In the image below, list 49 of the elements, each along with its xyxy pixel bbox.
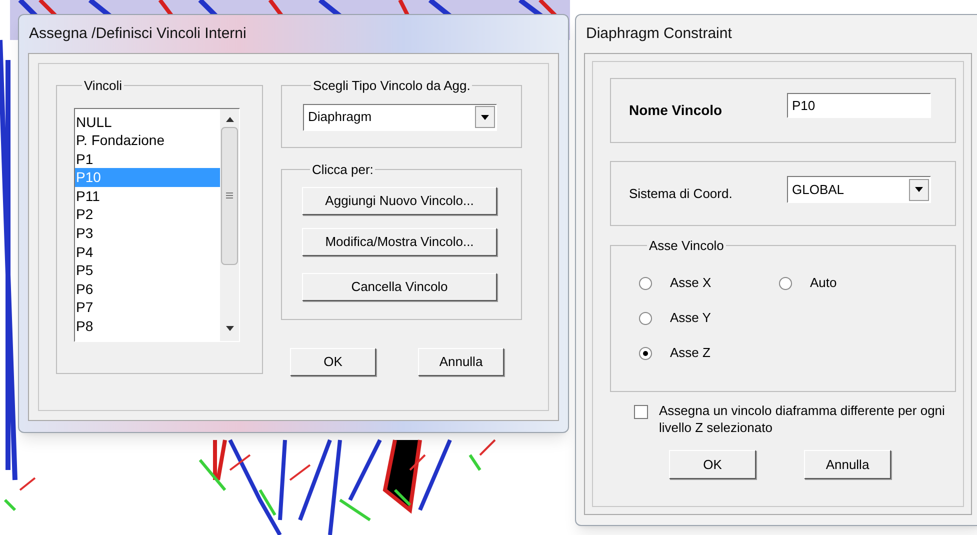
button[interactable]: OK	[290, 348, 376, 376]
dropdown[interactable]: GLOBAL	[787, 176, 931, 203]
scroll-thumb[interactable]	[221, 126, 238, 264]
checkbox-label: Assegna un vincolo diaframma differente per ogni livello Z selezionato	[659, 402, 946, 436]
dropdown-value: GLOBAL	[791, 180, 846, 199]
window-title: Assegna /Definisci Vincoli Interni	[28, 24, 248, 44]
list-item[interactable]: P3	[75, 224, 220, 243]
radio-button[interactable]	[639, 312, 652, 324]
field-label: Sistema di Coord.	[629, 184, 734, 203]
list-item[interactable]: P6	[75, 280, 220, 298]
list-item[interactable]: P. Fondazione	[75, 131, 220, 150]
field-label: Nome Vincolo	[629, 101, 724, 120]
list-item[interactable]: P5	[75, 261, 220, 280]
group-label: Asse Vincolo	[648, 237, 725, 255]
scroll-up-icon[interactable]	[226, 116, 234, 122]
scroll-down-icon[interactable]	[226, 326, 234, 330]
dropdown[interactable]: Diaphragm	[303, 104, 497, 130]
checkbox[interactable]	[634, 405, 648, 419]
radio-button[interactable]	[639, 346, 652, 360]
name-field[interactable]: P10	[787, 93, 931, 118]
list-item[interactable]: P8	[75, 317, 220, 336]
caret-icon	[481, 114, 489, 120]
caret-icon	[915, 187, 923, 192]
radio-label: Auto	[810, 274, 837, 292]
grip-icon	[226, 192, 233, 199]
list-item[interactable]: P1	[75, 150, 220, 168]
scrollbar[interactable]	[220, 108, 239, 340]
radio-label: Asse X	[670, 274, 712, 292]
list-box[interactable]: NULL P. Fondazione P1 P10 P11 P2 P3 P4 P5 P6 P7 P8	[74, 108, 240, 342]
radio-button[interactable]	[779, 276, 792, 290]
radio-label: Asse Z	[670, 344, 710, 362]
group-label: Scegli Tipo Vincolo da Agg.	[312, 77, 472, 95]
list-item[interactable]: P4	[75, 242, 220, 262]
group-label: Clicca per:	[311, 161, 374, 179]
list-item[interactable]: P7	[75, 298, 220, 318]
window-title: Diaphragm Constraint	[585, 24, 733, 44]
button[interactable]: Annulla	[418, 348, 504, 376]
button[interactable]: Aggiungi Nuovo Vincolo...	[302, 186, 497, 214]
button[interactable]: Cancella Vincolo	[302, 272, 497, 300]
button[interactable]: Modifica/Mostra Vincolo...	[302, 228, 497, 256]
dropdown-value: Diaphragm	[307, 108, 373, 126]
list-item[interactable]: P2	[75, 205, 220, 224]
list-item[interactable]: P11	[75, 186, 220, 206]
radio-button[interactable]	[639, 276, 652, 290]
button[interactable]: OK	[669, 450, 756, 479]
group-label: Vincoli	[83, 77, 124, 95]
button[interactable]: Annulla	[804, 450, 891, 479]
list-item[interactable]: NULL	[75, 112, 220, 132]
radio-label: Asse Y	[670, 309, 711, 328]
